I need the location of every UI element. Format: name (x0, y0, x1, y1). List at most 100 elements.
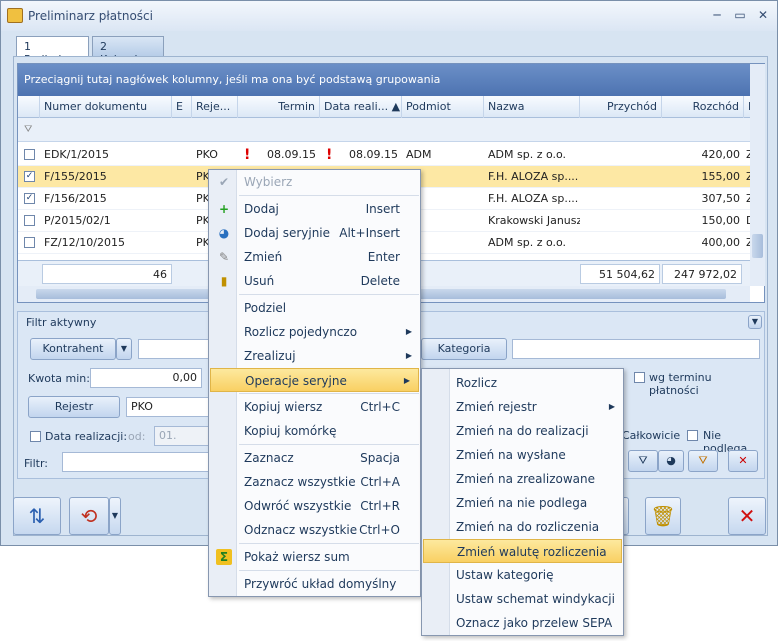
trash-icon[interactable]: 🗑 (645, 497, 681, 535)
header-termin[interactable]: Termin (238, 96, 320, 118)
collapse-icon[interactable]: ▼ (748, 315, 762, 329)
globe-icon: ◕ (218, 226, 230, 240)
vertical-scrollbar[interactable] (750, 64, 765, 286)
grid-filter-row[interactable]: ⛛ (18, 118, 750, 142)
kategoria-select[interactable] (512, 339, 760, 359)
cell-nazwa: F.H. ALOZA sp.... (488, 170, 579, 183)
header-rejestr[interactable]: Reje... (192, 96, 238, 118)
filtr-label: Filtr: (24, 457, 48, 470)
scroll-thumb[interactable] (752, 234, 763, 258)
row-checkbox[interactable] (24, 215, 35, 226)
minimize-button[interactable]: ─ (707, 7, 727, 23)
header-przychod[interactable]: Przychód (580, 96, 662, 118)
kontrahent-dropdown[interactable]: ▼ (116, 338, 132, 360)
menu-item-zrealizuj[interactable]: Zrealizuj ▶ (209, 344, 420, 368)
submenu-item-zmien-rejestr[interactable]: Zmień rejestr ▶ (422, 395, 623, 419)
kontrahent-button[interactable]: Kontrahent (30, 338, 116, 360)
cell-rozchod: 400,00 (701, 236, 741, 249)
menu-item-rozlicz-pojedynczo[interactable]: Rozlicz pojedynczo ▶ (209, 320, 420, 344)
payment-dropdown[interactable]: ▼ (109, 497, 121, 535)
menu-item-zmien[interactable]: ✎ Zmień Enter (209, 245, 420, 269)
submenu-item-ustaw-kategorie[interactable]: Ustaw kategorię (422, 563, 623, 587)
menu-item-kopiuj-komorke[interactable]: Kopiuj komórkę (209, 419, 420, 443)
title-bar[interactable]: Preliminarz płatności ─ ▭ ✕ (1, 1, 777, 31)
submenu-item-rozlicz[interactable]: Rozlicz (422, 371, 623, 395)
cell-data: 08.09.15 (349, 148, 398, 161)
row-checkbox[interactable]: ✓ (24, 193, 35, 204)
filtr-input[interactable] (62, 452, 212, 472)
header-e[interactable]: E (172, 96, 192, 118)
cell-nazwa: ADM sp. z o.o. (488, 236, 567, 249)
wg-terminu-label: wg terminu płatności (649, 371, 712, 397)
header-podmiot[interactable]: Podmiot (402, 96, 484, 118)
menu-item-podziel[interactable]: Podziel (209, 296, 420, 320)
sum-przychod: 51 504,62 (580, 264, 660, 284)
cell-doc: F/156/2015 (44, 192, 107, 205)
header-numer[interactable]: Numer dokumentu (40, 96, 172, 118)
clear-filter-icon[interactable]: ⛛ (688, 450, 718, 472)
menu-item-przywroc-uklad[interactable]: Przywróć układ domyślny (209, 572, 420, 596)
cell-nazwa: ADM sp. z o.o. (488, 148, 567, 161)
cell-doc: EDK/1/2015 (44, 148, 110, 161)
payment-icon[interactable]: ⟲ (69, 497, 109, 535)
maximize-button[interactable]: ▭ (730, 7, 750, 23)
menu-item-odznacz-wszystkie[interactable]: Odznacz wszystkie Ctrl+O (209, 518, 420, 542)
submenu-item-przelew-sepa[interactable]: Oznacz jako przelew SEPA (422, 611, 623, 635)
group-by-hint[interactable]: Przeciągnij tutaj nagłówek kolumny, jeśl… (18, 64, 750, 96)
submenu-item-do-rozliczenia[interactable]: Zmień na do rozliczenia (422, 515, 623, 539)
calkowicie-label: Całkowicie (622, 429, 681, 442)
submenu-item-zrealizowane[interactable]: Zmień na zrealizowane (422, 467, 623, 491)
row-checkbox[interactable]: ✓ (24, 171, 35, 182)
cell-rozchod: 150,00 (701, 214, 741, 227)
check-icon: ✔ (218, 175, 230, 189)
header-checkbox-col[interactable] (18, 96, 40, 118)
nie-podlega-checkbox[interactable] (687, 430, 698, 441)
table-row[interactable]: EDK/1/2015 PKO ! 08.09.15 ! 08.09.15 ADM… (18, 144, 752, 166)
header-data-realizacji[interactable]: Data reali... ▲ (320, 96, 402, 118)
menu-item-usun[interactable]: ▮ Usuń Delete (209, 269, 420, 293)
transfer-icon[interactable]: ⇅ (13, 497, 61, 535)
tab-kalendarz[interactable]: 2 Kalendarz (92, 36, 164, 66)
kontrahent-input[interactable] (138, 339, 210, 359)
cell-rozchod: 307,50 (701, 192, 741, 205)
menu-item-zaznacz[interactable]: Zaznacz Spacja (209, 446, 420, 470)
tab-preliminarz[interactable]: 1 Preliminarz (16, 36, 89, 66)
funnel-icon[interactable]: ⛛ (628, 450, 658, 472)
header-rozchod[interactable]: Rozchód (662, 96, 744, 118)
wg-terminu-checkbox[interactable] (634, 372, 645, 383)
app-icon (7, 8, 23, 23)
submenu-operacje-seryjne: Rozlicz Zmień rejestr ▶ Zmień na do reali… (421, 368, 624, 636)
submenu-item-nie-podlega[interactable]: Zmień na nie podlega (422, 491, 623, 515)
kwota-min-input[interactable]: 0,00 (90, 368, 202, 388)
menu-item-dodaj-seryjnie[interactable]: ◕ Dodaj seryjnie Alt+Insert (209, 221, 420, 245)
submenu-item-schemat-windykacji[interactable]: Ustaw schemat windykacji (422, 587, 623, 611)
menu-item-zaznacz-wszystkie[interactable]: Zaznacz wszystkie Ctrl+A (209, 470, 420, 494)
menu-item-dodaj[interactable]: + Dodaj Insert (209, 197, 420, 221)
rejestr-button[interactable]: Rejestr (28, 396, 120, 418)
submenu-item-do-realizacji[interactable]: Zmień na do realizacji (422, 419, 623, 443)
menu-item-odwroc-wszystkie[interactable]: Odwróć wszystkie Ctrl+R (209, 494, 420, 518)
submenu-item-zmien-walute[interactable]: Zmień walutę rozliczenia (423, 539, 622, 563)
kategoria-button[interactable]: Kategoria (421, 338, 507, 360)
cell-doc: FZ/12/10/2015 (44, 236, 125, 249)
rejestr-input[interactable]: PKO (126, 397, 212, 417)
submenu-item-wyslane[interactable]: Zmień na wysłane (422, 443, 623, 467)
od-input[interactable]: 01. (154, 426, 210, 446)
row-checkbox[interactable] (24, 149, 35, 160)
warning-icon: ! (326, 147, 333, 163)
menu-item-pokaz-wiersz-sum[interactable]: Σ Pokaż wiersz sum (209, 545, 420, 569)
warning-icon: ! (244, 147, 251, 163)
pencil-icon: ✎ (218, 250, 230, 264)
close-button[interactable]: ✕ (753, 7, 773, 23)
cell-nazwa: Krakowski Janusz (488, 214, 580, 227)
sum-count: 46 (42, 264, 172, 284)
globe-filter-icon[interactable]: ◕ (658, 450, 684, 472)
row-checkbox[interactable] (24, 237, 35, 248)
close-icon[interactable]: ✕ (728, 497, 766, 535)
header-nazwa[interactable]: Nazwa (484, 96, 580, 118)
menu-item-kopiuj-wiersz[interactable]: Kopiuj wiersz Ctrl+C (209, 395, 420, 419)
remove-filter-icon[interactable]: ✕ (728, 450, 758, 472)
menu-item-operacje-seryjne[interactable]: Operacje seryjne ▶ (210, 368, 419, 392)
data-realizacji-checkbox[interactable] (30, 431, 41, 442)
menu-item-wybierz[interactable]: ✔ Wybierz (209, 170, 420, 194)
